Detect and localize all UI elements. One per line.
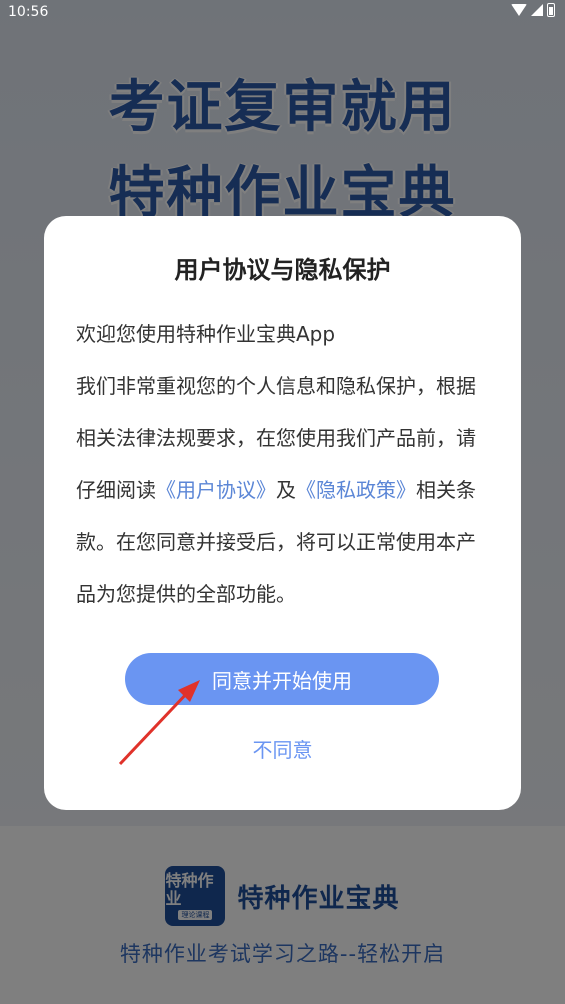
privacy-policy-link[interactable]: 《隐私政策》 [296, 478, 416, 502]
agree-button[interactable]: 同意并开始使用 [125, 653, 439, 705]
and-text: 及 [276, 478, 296, 502]
status-time: 10:56 [8, 4, 49, 20]
wifi-icon [511, 4, 527, 16]
signal-icon [531, 4, 543, 16]
privacy-dialog: 用户协议与隐私保护 欢迎您使用特种作业宝典App 我们非常重视您的个人信息和隐私… [44, 216, 521, 810]
agreement-paragraph: 我们非常重视您的个人信息和隐私保护，根据相关法律法规要求，在您使用我们产品前，请… [76, 360, 490, 620]
battery-icon [547, 3, 555, 17]
dialog-body: 欢迎您使用特种作业宝典App 我们非常重视您的个人信息和隐私保护，根据相关法律法… [76, 308, 490, 620]
status-icons [511, 3, 555, 17]
status-bar: 10:56 [0, 0, 565, 26]
disagree-button[interactable]: 不同意 [44, 734, 521, 763]
welcome-text: 欢迎您使用特种作业宝典App [76, 322, 336, 346]
dialog-title: 用户协议与隐私保护 [174, 256, 391, 284]
user-agreement-link[interactable]: 《用户协议》 [156, 478, 276, 502]
